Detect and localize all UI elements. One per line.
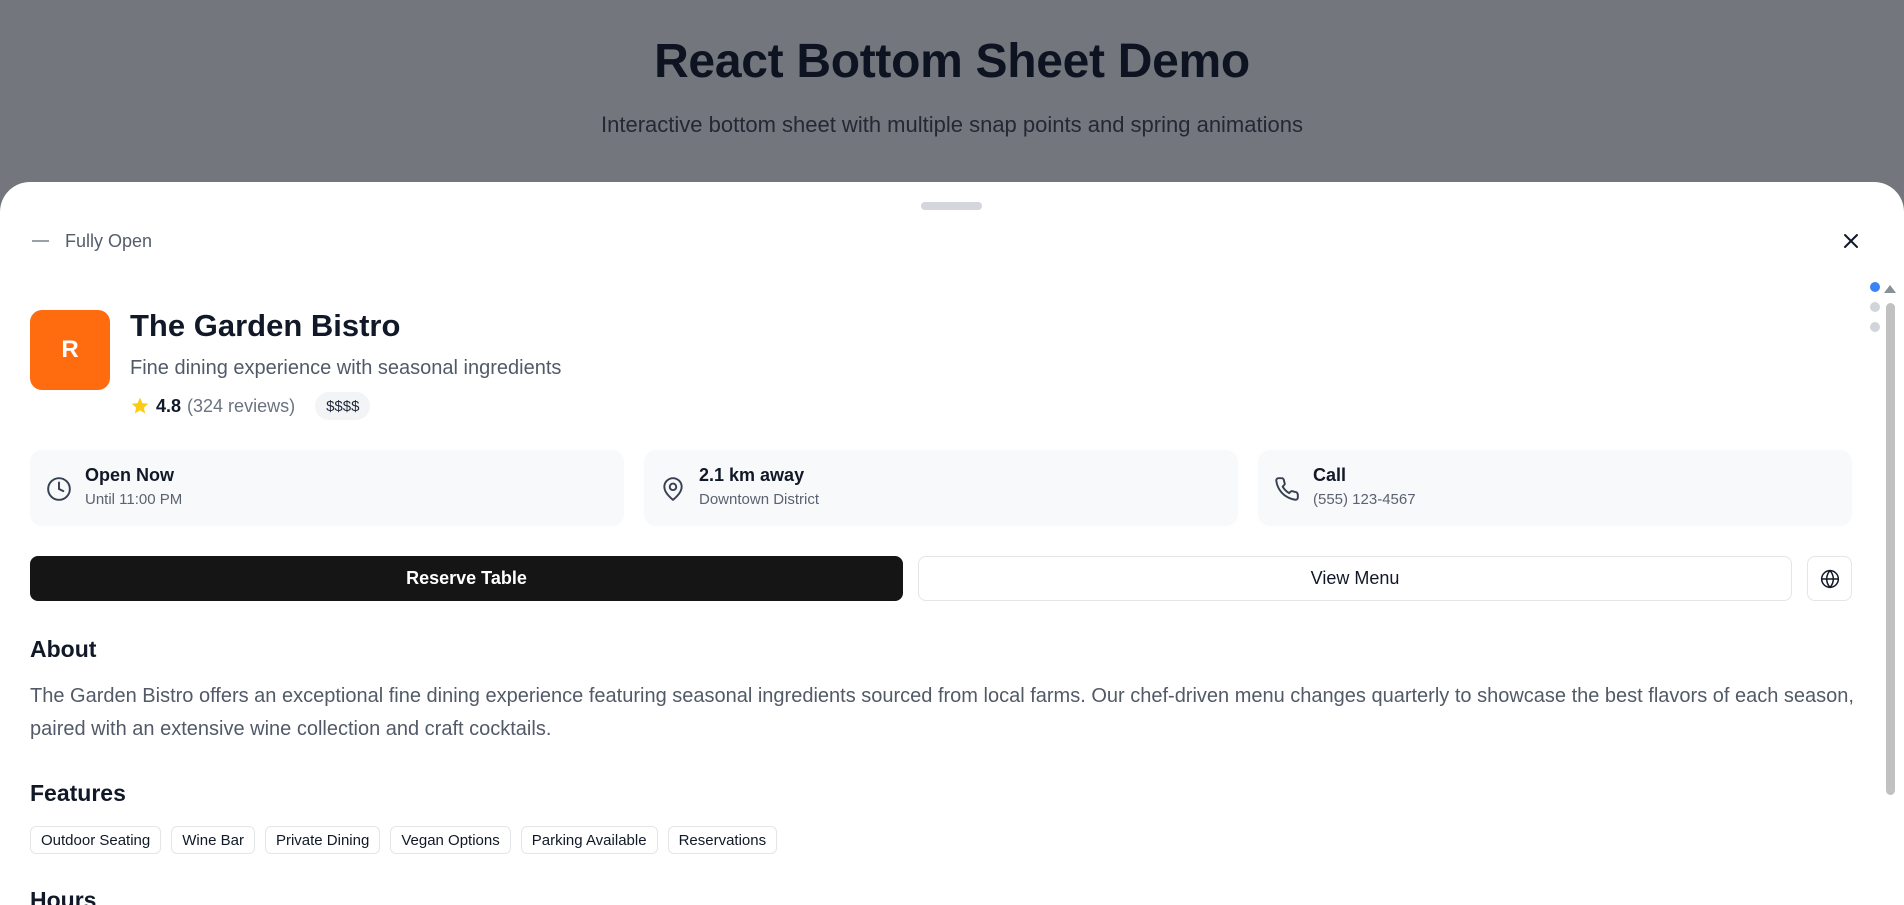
drag-handle[interactable]: [921, 202, 982, 210]
bottom-sheet: Fully Open R The Garden Bistro Fine dini…: [0, 182, 1904, 905]
info-card-distance[interactable]: 2.1 km away Downtown District: [644, 450, 1238, 526]
rating-value: 4.8: [156, 395, 182, 416]
view-menu-button[interactable]: View Menu: [918, 556, 1792, 601]
about-text: The Garden Bistro offers an exceptional …: [30, 685, 1854, 740]
features-heading: Features: [30, 780, 126, 806]
snap-dot-full[interactable]: [1870, 282, 1880, 292]
about-heading: About: [30, 636, 97, 662]
page-subtitle: Interactive bottom sheet with multiple s…: [601, 112, 1303, 137]
info-card-subtitle: Downtown District: [699, 491, 820, 508]
snap-point-indicator: [1870, 282, 1880, 342]
star-icon: [131, 397, 149, 414]
snap-state-label: Fully Open: [65, 230, 153, 251]
review-count: (324 reviews): [187, 395, 296, 416]
hours-heading: Hours: [30, 887, 97, 905]
scroll-up-arrow-icon[interactable]: [1884, 285, 1896, 293]
snap-dot-half[interactable]: [1870, 302, 1880, 312]
restaurant-tagline: Fine dining experience with seasonal ing…: [130, 357, 562, 379]
restaurant-logo: R: [30, 310, 110, 390]
feature-tag: Vegan Options: [390, 826, 511, 854]
feature-tag: Parking Available: [520, 826, 658, 854]
reserve-table-button[interactable]: Reserve Table: [30, 556, 903, 601]
dash-icon: [32, 240, 49, 242]
price-badge: $$$$: [315, 392, 371, 420]
info-card-call[interactable]: Call (555) 123-4567: [1258, 450, 1852, 526]
feature-tag: Reservations: [667, 826, 778, 854]
scrollbar-thumb[interactable]: [1886, 303, 1895, 795]
close-button[interactable]: [1838, 228, 1864, 254]
info-card-subtitle: (555) 123-4567: [1313, 491, 1416, 508]
feature-tag: Private Dining: [264, 826, 381, 854]
info-card-title: Call: [1313, 465, 1347, 485]
restaurant-name: The Garden Bistro: [130, 308, 401, 343]
info-card-title: Open Now: [85, 465, 174, 485]
snap-state-indicator: Fully Open: [32, 229, 152, 253]
phone-icon: [1275, 477, 1299, 501]
feature-tag: Wine Bar: [171, 826, 255, 854]
website-button[interactable]: [1807, 556, 1852, 601]
feature-tag: Outdoor Seating: [30, 826, 162, 854]
feature-tags: Outdoor Seating Wine Bar Private Dining …: [30, 826, 787, 854]
page-title: React Bottom Sheet Demo: [654, 35, 1250, 88]
globe-icon: [1820, 569, 1839, 588]
backdrop-header: React Bottom Sheet Demo Interactive bott…: [0, 0, 1904, 185]
clock-icon: [47, 477, 71, 501]
map-pin-icon: [663, 477, 683, 501]
info-card-title: 2.1 km away: [699, 465, 805, 485]
close-icon: [1844, 234, 1858, 248]
rating-row: 4.8 (324 reviews) $$$$: [130, 392, 371, 420]
snap-dot-peek[interactable]: [1870, 322, 1880, 332]
info-card-subtitle: Until 11:00 PM: [85, 491, 183, 508]
info-card-hours[interactable]: Open Now Until 11:00 PM: [30, 450, 624, 526]
